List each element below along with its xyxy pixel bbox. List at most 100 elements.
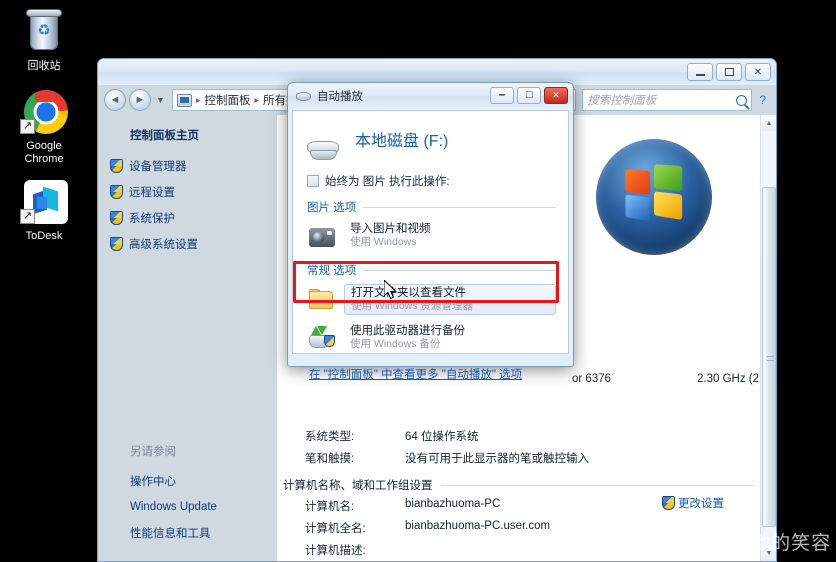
watermark: CSDN @/*守护她的笑容 [612,533,832,554]
sidebar-item-system-protection[interactable]: 系统保护 [98,205,276,231]
desktop-icon-label: 回收站 [27,60,61,72]
row-key: 系统类型: [305,431,355,443]
autoplay-title-text: 自动播放 [317,91,363,103]
close-button[interactable]: ✕ [745,63,771,81]
sidebar-item-device-manager[interactable]: 设备管理器 [98,153,276,179]
desktop-icon-recycle-bin[interactable]: ♻ 回收站 [6,8,82,73]
shield-icon [662,496,675,510]
sidebar-item-label: 远程设置 [129,187,175,199]
help-icon[interactable]: ? [755,93,770,107]
mouse-cursor [384,280,397,300]
autoplay-option-open-folder[interactable]: 打开文件夹以查看文件 使用 Windows 资源管理器 [293,280,568,319]
todesk-icon: ↗ [20,178,68,226]
windows-logo-icon [596,139,712,255]
breadcrumb-separator: ▸ [254,94,259,105]
sidebar-item-action-center[interactable]: 操作中心 [98,467,276,495]
option-secondary-text: 使用 Windows 备份 [350,338,441,350]
table-row: 系统类型: 64 位操作系统 [283,425,754,447]
autoplay-drive-header: 本地磁盘 (F:) [293,111,568,167]
divider [363,269,556,271]
processor-partial-value: or 6376 [572,373,612,385]
recent-pages-dropdown-icon[interactable]: ▼ [154,95,167,105]
row-key: 计算机名: [305,501,355,513]
back-button[interactable]: ◄ [104,89,126,111]
autoplay-minimize-button[interactable]: ━ [490,87,514,104]
camera-icon [309,225,335,247]
autoplay-option-use-for-backup[interactable]: 使用此驱动器进行备份 使用 Windows 备份 [293,319,568,356]
desktop-icon-label: ToDesk [25,230,63,242]
row-value: 没有可用于此显示器的笔或触控输入 [405,453,589,465]
option-secondary-text: 使用 Windows 资源管理器 [351,300,473,312]
autoplay-titlebar[interactable]: 自动播放 ━ ☐ ✕ [288,83,573,109]
checkbox[interactable] [307,175,319,187]
processor-speed-value: 2.30 GHz (2 [697,373,759,385]
search-input[interactable]: 搜索控制面板 [582,89,753,111]
change-settings-link[interactable]: 更改设置 [662,495,724,511]
shield-icon [110,237,123,251]
desktop-icon-google-chrome[interactable]: ↗ Google Chrome [6,88,82,166]
scrollbar-grip [767,356,774,361]
sidebar-item-remote-settings[interactable]: 远程设置 [98,179,276,205]
autoplay-dialog: 自动播放 ━ ☐ ✕ 本地磁盘 (F:) 始终为 图片 执行此操作: 图片 选项 [287,82,574,381]
scrollbar-thumb[interactable] [762,187,776,527]
search-icon [736,94,748,106]
autoplay-maximize-button[interactable]: ☐ [517,87,541,104]
see-also-title: 另请参阅 [130,446,176,458]
vertical-scrollbar[interactable]: ▲ ▼ [760,115,776,561]
computer-name-section-header: 计算机名称、域和工作组设置 [283,477,754,493]
autoplay-window-controls: ━ ☐ ✕ [490,87,568,104]
group-header-general-options: 常规 选项 [293,254,568,280]
sidebar-item-advanced-system-settings[interactable]: 高级系统设置 [98,231,276,257]
desktop: ♻ 回收站 ↗ Google Chrome ↗ ToDesk ✕ ◄ ► ▼ ▸… [0,0,836,562]
folder-icon [309,288,335,311]
divider [440,484,754,486]
sidebar-see-also: 另请参阅 操作中心 Windows Update 性能信息和工具 [98,439,276,547]
recycle-bin-icon: ♻ [20,8,68,56]
scroll-up-button[interactable]: ▲ [761,115,776,131]
drive-name: 本地磁盘 (F:) [355,133,449,150]
group-title: 图片 选项 [307,202,357,214]
autoplay-option-import-pictures[interactable]: 导入图片和视频 使用 Windows [293,217,568,254]
shield-icon [110,159,123,173]
shield-icon [110,185,123,199]
row-key: 笔和触摸: [305,453,355,465]
always-do-this-checkbox-row[interactable]: 始终为 图片 执行此操作: [293,167,568,191]
sidebar-item-performance-info[interactable]: 性能信息和工具 [98,519,276,547]
row-value: 64 位操作系统 [405,431,479,443]
sidebar-item-label: 设备管理器 [129,161,187,173]
shortcut-arrow-icon: ↗ [20,119,35,134]
autoplay-icon [296,91,311,101]
search-placeholder: 搜索控制面板 [587,95,657,107]
sidebar-item-windows-update[interactable]: Windows Update [98,495,276,519]
change-settings-label: 更改设置 [678,498,724,510]
sidebar-home-link[interactable]: 控制面板主页 [98,123,276,153]
option-primary-text: 使用此驱动器进行备份 [350,325,465,337]
checkbox-label: 始终为 图片 执行此操作: [325,176,450,188]
autoplay-close-button[interactable]: ✕ [544,87,568,104]
more-autoplay-options-link[interactable]: 在 "控制面板" 中查看更多 "自动播放" 选项 [293,356,568,388]
minimize-button[interactable] [687,63,713,81]
breadcrumb-separator: ▸ [195,94,201,105]
option-primary-text: 打开文件夹以查看文件 [351,287,466,299]
option-secondary-text: 使用 Windows [350,236,417,248]
shield-icon [110,211,123,225]
table-row: 笔和触摸: 没有可用于此显示器的笔或触控输入 [283,447,754,469]
autoplay-content: 本地磁盘 (F:) 始终为 图片 执行此操作: 图片 选项 导入图片和视频 使用… [292,110,569,381]
section-title: 计算机名称、域和工作组设置 [283,480,433,492]
shortcut-arrow-icon: ↗ [20,209,35,224]
desktop-icon-label: Google Chrome [24,140,64,165]
forward-button[interactable]: ► [129,89,151,111]
backup-icon [309,325,335,349]
row-key: 计算机描述: [305,545,366,557]
breadcrumb-item-control-panel[interactable]: 控制面板 [204,92,250,108]
desktop-icon-todesk[interactable]: ↗ ToDesk [6,178,82,243]
maximize-button[interactable] [716,63,742,81]
group-header-picture-options: 图片 选项 [293,191,568,217]
chrome-icon: ↗ [20,88,68,136]
row-key: 计算机全名: [305,523,366,535]
sidebar-item-label: 高级系统设置 [129,239,198,251]
sidebar-item-label: 系统保护 [129,213,175,225]
divider [363,206,556,208]
hard-drive-icon [305,137,341,165]
computer-icon [176,93,192,107]
